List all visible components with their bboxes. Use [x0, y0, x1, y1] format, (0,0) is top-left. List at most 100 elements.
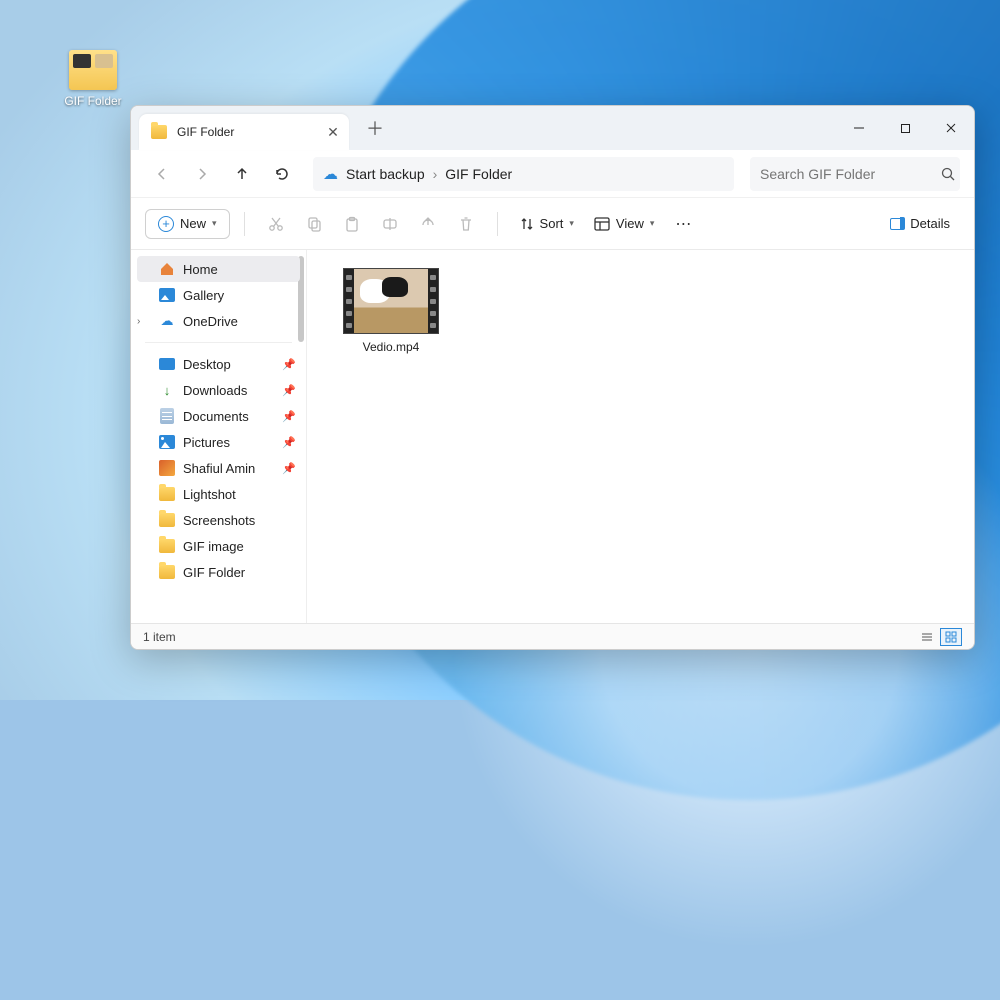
sidebar-item-lightshot[interactable]: Lightshot — [131, 481, 306, 507]
documents-icon — [159, 408, 175, 424]
sidebar-item-gif-folder[interactable]: GIF Folder — [131, 559, 306, 585]
file-list-pane[interactable]: Vedio.mp4 — [307, 250, 974, 623]
titlebar[interactable]: GIF Folder ✕ ＋ — [131, 106, 974, 150]
sidebar-item-desktop[interactable]: Desktop 📌 — [131, 351, 306, 377]
pictures-icon — [159, 434, 175, 450]
copy-button[interactable] — [297, 207, 331, 241]
chevron-down-icon: ▾ — [569, 218, 574, 229]
sidebar-item-onedrive[interactable]: › ☁ OneDrive — [131, 308, 306, 334]
refresh-button[interactable] — [265, 157, 299, 191]
file-name-label: Vedio.mp4 — [363, 340, 420, 354]
desktop-icon — [159, 356, 175, 372]
plus-circle-icon: + — [158, 216, 174, 232]
onedrive-icon: ☁ — [159, 313, 175, 329]
view-label: View — [616, 216, 644, 231]
cut-button[interactable] — [259, 207, 293, 241]
sidebar-item-label: Screenshots — [183, 513, 255, 528]
divider — [244, 212, 245, 236]
breadcrumb-root[interactable]: Start backup — [346, 166, 425, 182]
sort-label: Sort — [540, 216, 564, 231]
details-pane-button[interactable]: Details — [880, 210, 960, 237]
user-folder-icon — [159, 460, 175, 476]
pin-icon: 📌 — [282, 410, 296, 423]
folder-icon — [159, 538, 175, 554]
tab-title: GIF Folder — [177, 125, 317, 139]
navigation-sidebar: Home Gallery › ☁ OneDrive Desktop 📌 ↓ Do… — [131, 250, 307, 623]
home-icon — [159, 261, 175, 277]
minimize-button[interactable] — [836, 106, 882, 150]
video-thumbnail-icon — [343, 268, 439, 334]
folder-icon — [159, 512, 175, 528]
folder-icon — [159, 486, 175, 502]
breadcrumb[interactable]: ☁ Start backup › GIF Folder — [313, 157, 734, 191]
sort-button[interactable]: Sort ▾ — [512, 210, 582, 237]
sidebar-item-label: Lightshot — [183, 487, 236, 502]
search-icon[interactable] — [941, 167, 955, 181]
sidebar-item-label: GIF Folder — [183, 565, 245, 580]
sidebar-item-label: Pictures — [183, 435, 230, 450]
folder-icon — [151, 125, 167, 139]
sidebar-item-gif-image[interactable]: GIF image — [131, 533, 306, 559]
sidebar-item-home[interactable]: Home — [137, 256, 300, 282]
new-tab-button[interactable]: ＋ — [361, 114, 389, 142]
command-bar: + New ▾ Sort ▾ View ▾ ⋯ Details — [131, 198, 974, 250]
file-item-video[interactable]: Vedio.mp4 — [331, 268, 451, 354]
forward-button[interactable] — [185, 157, 219, 191]
sidebar-separator — [145, 342, 292, 343]
details-pane-icon — [890, 218, 904, 230]
delete-button[interactable] — [449, 207, 483, 241]
share-button[interactable] — [411, 207, 445, 241]
sidebar-item-label: Home — [183, 262, 218, 277]
rename-button[interactable] — [373, 207, 407, 241]
chevron-right-icon[interactable]: › — [137, 316, 140, 327]
sidebar-item-user[interactable]: Shafiul Amin 📌 — [131, 455, 306, 481]
sort-icon — [520, 217, 534, 231]
up-button[interactable] — [225, 157, 259, 191]
view-icon — [594, 217, 610, 231]
details-view-toggle[interactable] — [916, 628, 938, 646]
item-count-label: 1 item — [143, 630, 176, 644]
folder-thumbnail-icon — [69, 50, 117, 90]
paste-button[interactable] — [335, 207, 369, 241]
sidebar-item-gallery[interactable]: Gallery — [131, 282, 306, 308]
desktop-shortcut-label: GIF Folder — [64, 94, 121, 108]
chevron-right-icon: › — [433, 166, 438, 182]
sidebar-item-downloads[interactable]: ↓ Downloads 📌 — [131, 377, 306, 403]
new-label: New — [180, 216, 206, 231]
status-bar: 1 item — [131, 623, 974, 649]
back-button[interactable] — [145, 157, 179, 191]
sidebar-item-screenshots[interactable]: Screenshots — [131, 507, 306, 533]
address-toolbar: ☁ Start backup › GIF Folder — [131, 150, 974, 198]
sidebar-item-label: Desktop — [183, 357, 231, 372]
sidebar-item-label: Gallery — [183, 288, 224, 303]
thumbnails-view-toggle[interactable] — [940, 628, 962, 646]
pin-icon: 📌 — [282, 384, 296, 397]
close-window-button[interactable] — [928, 106, 974, 150]
sidebar-item-pictures[interactable]: Pictures 📌 — [131, 429, 306, 455]
gallery-icon — [159, 287, 175, 303]
tab-gif-folder[interactable]: GIF Folder ✕ — [139, 114, 349, 150]
new-button[interactable]: + New ▾ — [145, 209, 230, 239]
more-button[interactable]: ⋯ — [666, 207, 700, 241]
folder-icon — [159, 564, 175, 580]
file-explorer-window: GIF Folder ✕ ＋ ☁ Start backup › GIF Fold… — [130, 105, 975, 650]
explorer-body: Home Gallery › ☁ OneDrive Desktop 📌 ↓ Do… — [131, 250, 974, 623]
sidebar-item-label: Downloads — [183, 383, 247, 398]
maximize-button[interactable] — [882, 106, 928, 150]
pin-icon: 📌 — [282, 462, 296, 475]
view-button[interactable]: View ▾ — [586, 210, 662, 237]
breadcrumb-current[interactable]: GIF Folder — [445, 166, 512, 182]
search-box[interactable] — [750, 157, 960, 191]
download-icon: ↓ — [159, 382, 175, 398]
sidebar-item-label: Shafiul Amin — [183, 461, 255, 476]
cloud-icon: ☁ — [323, 165, 338, 183]
search-input[interactable] — [760, 166, 941, 182]
sidebar-item-label: Documents — [183, 409, 249, 424]
pin-icon: 📌 — [282, 358, 296, 371]
divider — [497, 212, 498, 236]
pin-icon: 📌 — [282, 436, 296, 449]
chevron-down-icon: ▾ — [212, 218, 217, 229]
close-tab-icon[interactable]: ✕ — [327, 126, 339, 138]
sidebar-item-documents[interactable]: Documents 📌 — [131, 403, 306, 429]
desktop-shortcut-gif-folder[interactable]: GIF Folder — [55, 50, 131, 108]
